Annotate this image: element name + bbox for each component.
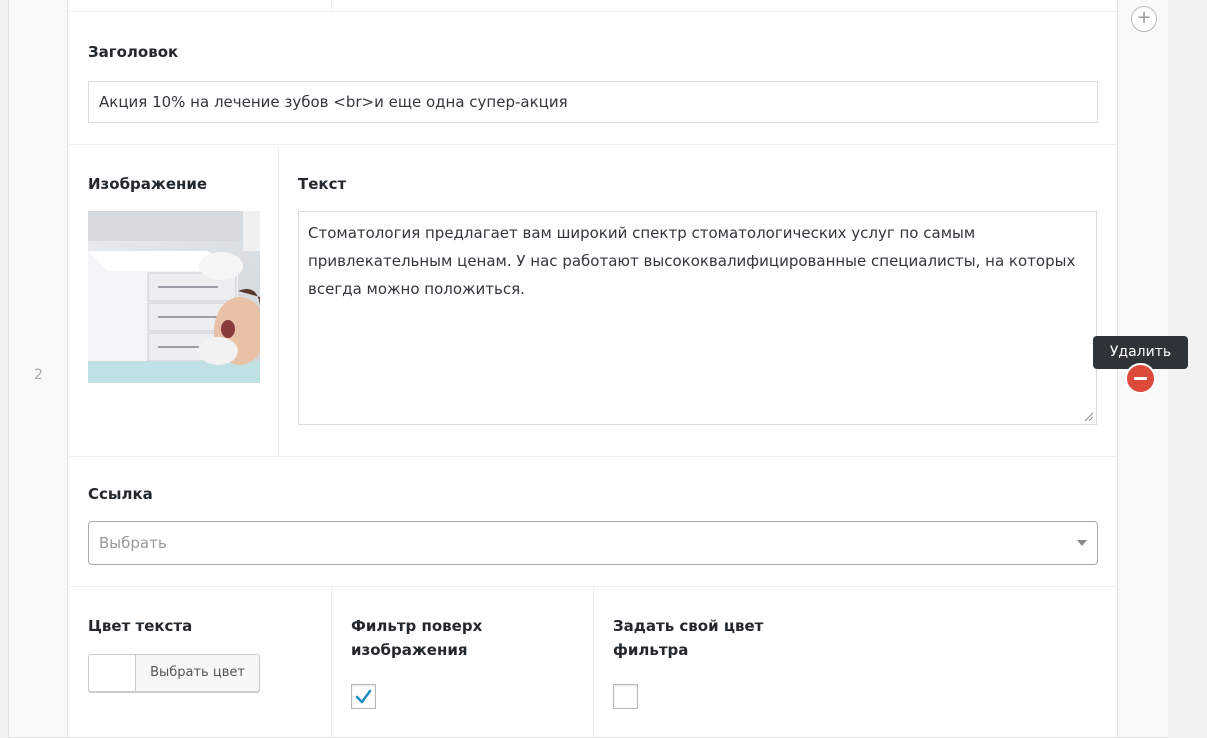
repeater-row: 2 Заголовок Акция 10% на лечение зубов <… — [8, 0, 1168, 738]
minus-circle-icon[interactable] — [1125, 363, 1156, 394]
image-field: Изображение — [69, 146, 279, 456]
plus-circle-icon[interactable]: + — [1131, 6, 1157, 32]
previous-row-stub — [69, 0, 1117, 12]
title-label: Заголовок — [88, 43, 179, 61]
custom-filter-color-checkbox[interactable] — [613, 684, 638, 709]
link-select-placeholder: Выбрать — [99, 534, 167, 552]
text-field: Текст Стоматология предлагает вам широки… — [279, 146, 1117, 456]
row-fields: Заголовок Акция 10% на лечение зубов <br… — [69, 0, 1117, 737]
image-filter-label: Фильтр поверх изображения — [351, 617, 483, 659]
custom-filter-color-label: Задать свой цвет фильтра — [613, 617, 764, 659]
resize-grip-icon[interactable] — [1083, 411, 1093, 421]
page-left-gutter — [0, 0, 8, 738]
custom-filter-color-field: Задать свой цвет фильтра — [594, 588, 856, 737]
check-mark-icon — [355, 689, 372, 704]
link-label: Ссылка — [88, 485, 153, 503]
link-field: Ссылка Выбрать — [69, 457, 1117, 587]
page-right-background — [1167, 0, 1207, 738]
color-swatch — [89, 655, 136, 691]
text-color-field: Цвет текста Выбрать цвет — [69, 588, 332, 737]
text-textarea[interactable]: Стоматология предлагает вам широкий спек… — [298, 211, 1097, 425]
image-filter-field: Фильтр поверх изображения — [332, 588, 594, 737]
color-picker-label: Выбрать цвет — [150, 665, 245, 680]
row-number: 2 — [34, 367, 43, 383]
image-filter-checkbox[interactable] — [351, 684, 376, 709]
text-content: Стоматология предлагает вам широкий спек… — [308, 224, 1076, 298]
dentist-photo — [88, 211, 260, 383]
image-label: Изображение — [88, 175, 208, 193]
title-field: Заголовок Акция 10% на лечение зубов <br… — [69, 13, 1117, 145]
text-label: Текст — [298, 175, 347, 193]
image-thumbnail[interactable] — [88, 211, 260, 383]
chevron-down-icon — [1077, 540, 1087, 546]
title-input[interactable]: Акция 10% на лечение зубов <br>и еще одн… — [88, 81, 1098, 123]
color-picker-button[interactable]: Выбрать цвет — [88, 654, 260, 692]
row-drag-handle[interactable]: 2 — [9, 0, 68, 737]
link-select[interactable]: Выбрать — [88, 521, 1098, 565]
text-color-label: Цвет текста — [88, 617, 193, 635]
